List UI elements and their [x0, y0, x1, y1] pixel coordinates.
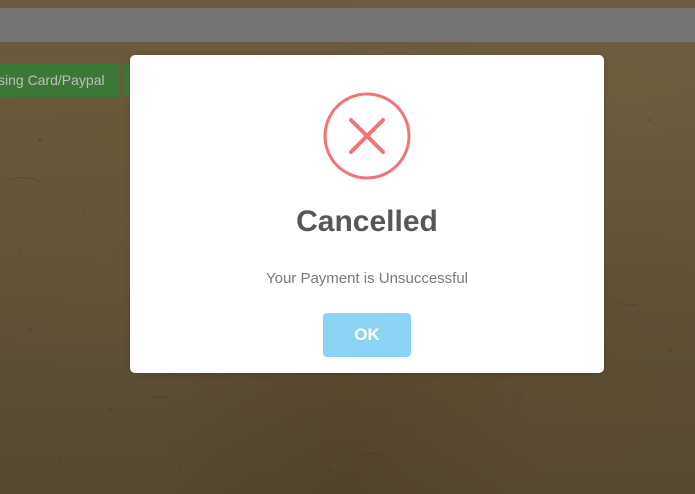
dialog-title: Cancelled — [296, 205, 438, 238]
page: sing Card/Paypal Cancelled Your Payment … — [0, 0, 695, 494]
alert-dialog: Cancelled Your Payment is Unsuccessful O… — [130, 55, 604, 373]
dialog-message: Your Payment is Unsuccessful — [265, 270, 469, 287]
error-x-icon — [323, 92, 411, 180]
ok-button[interactable]: OK — [323, 313, 411, 357]
